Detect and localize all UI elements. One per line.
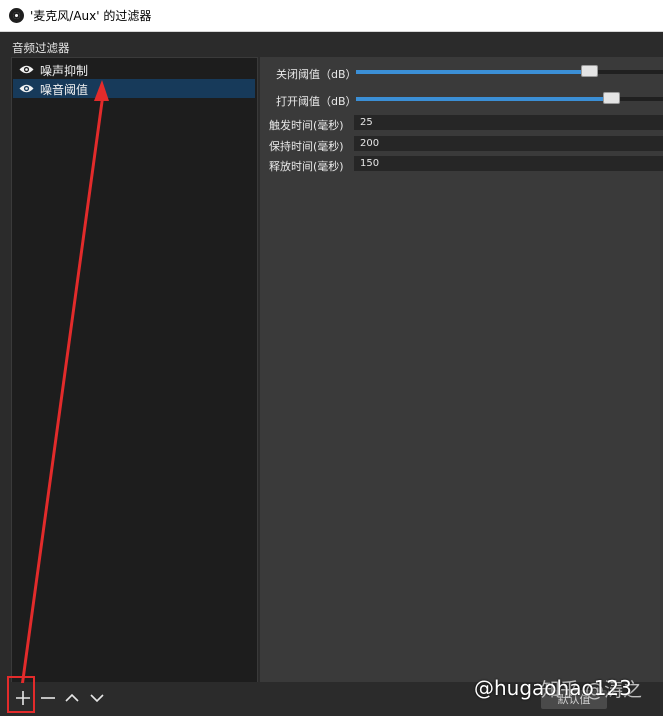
- hold-time-label: 保持时间(毫秒): [269, 140, 344, 153]
- window-title: '麦克风/Aux' 的过滤器: [30, 9, 152, 23]
- filter-item-noise-suppression[interactable]: 噪声抑制: [13, 60, 255, 79]
- add-button-highlight-box: [7, 676, 35, 713]
- eye-icon[interactable]: [19, 64, 34, 75]
- open-threshold-slider[interactable]: [356, 92, 663, 104]
- close-threshold-slider[interactable]: [356, 65, 663, 77]
- obs-logo-icon: [9, 8, 24, 23]
- close-threshold-label: 关闭阈值（dB）: [276, 68, 357, 81]
- chevron-down-icon[interactable]: [87, 688, 107, 708]
- hold-time-input[interactable]: 200: [354, 136, 663, 151]
- chevron-up-icon[interactable]: [62, 688, 82, 708]
- open-threshold-label: 打开阈值（dB）: [276, 95, 357, 108]
- close-threshold-slider-handle[interactable]: [581, 65, 598, 77]
- open-threshold-slider-handle[interactable]: [603, 92, 620, 104]
- release-time-label: 释放时间(毫秒): [269, 160, 344, 173]
- watermark-text: @hugaohao123: [474, 676, 632, 700]
- filter-item-label: 噪声抑制: [40, 64, 89, 78]
- filter-item-label: 噪音阈值: [40, 83, 89, 97]
- attack-time-input[interactable]: 25: [354, 115, 663, 130]
- minus-icon[interactable]: [38, 688, 58, 708]
- open-threshold-slider-fill: [356, 97, 611, 101]
- release-time-input[interactable]: 150: [354, 156, 663, 171]
- attack-time-label: 触发时间(毫秒): [269, 119, 344, 132]
- close-threshold-slider-fill: [356, 70, 589, 74]
- filter-item-noise-gate[interactable]: 噪音阈值: [13, 79, 255, 98]
- audio-filters-label: 音频过滤器: [12, 41, 70, 55]
- eye-icon[interactable]: [19, 83, 34, 94]
- filter-list[interactable]: 噪声抑制 噪音阈值: [11, 57, 258, 684]
- window-titlebar: '麦克风/Aux' 的过滤器: [0, 0, 663, 32]
